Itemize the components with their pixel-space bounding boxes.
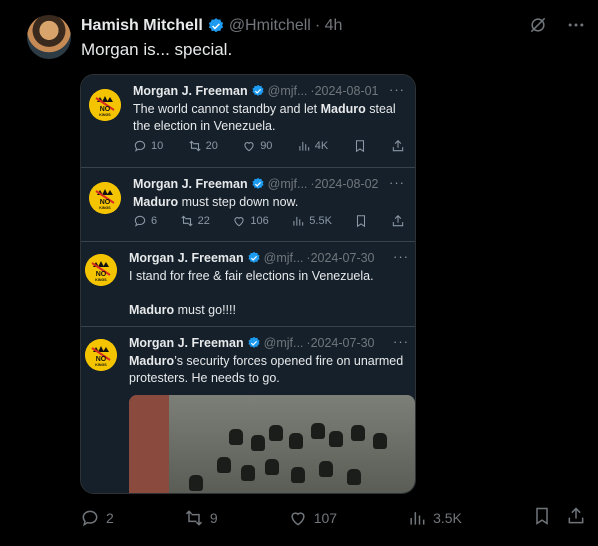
thread-author-name: Morgan J. Freeman [133,84,248,98]
svg-text:NO: NO [100,199,111,206]
svg-text:NO: NO [100,106,111,113]
thread-date: ·2024-07-30 [306,251,375,265]
verified-badge-icon [252,177,264,189]
verified-badge-icon [248,251,260,263]
more-icon: ··· [393,249,409,264]
repost-button[interactable]: 9 [184,508,218,528]
no-kings-logo: NO KINGS [89,89,121,121]
author-handle[interactable]: @Hmitchell [229,17,311,35]
heart-icon [291,511,305,526]
thread-tweet-text: I stand for free & fair elections in Ven… [129,269,374,317]
repost-stat: 22 [180,214,210,228]
thread-tweet: NO KINGS Morgan J. Freeman @mjf... ·2024-… [81,168,415,242]
views-stat: 4K [297,139,328,153]
thread-actions: 10 20 90 4K [133,139,405,153]
share-icon [391,214,405,228]
grok-icon[interactable] [528,15,548,40]
reply-button[interactable]: 2 [80,508,114,528]
like-stat: 106 [232,214,269,228]
repost-stat: 20 [188,139,218,153]
thread-handle: @mjf... [267,177,308,191]
thread-tweet-header: Morgan J. Freeman @mjf... ·2024-07-30 [129,251,375,265]
bookmark-icon [536,507,548,525]
more-options-icon[interactable] [566,15,586,40]
bookmark-button[interactable] [532,506,552,529]
svg-text:KINGS: KINGS [95,278,107,282]
thread-tweet-header: Morgan J. Freeman @mjf... ·2024-08-01 [133,84,379,98]
thread-tweet-header: Morgan J. Freeman @mjf... ·2024-08-02 [133,177,379,191]
reply-stat: 6 [133,214,157,228]
thread-author-name: Morgan J. Freeman [129,336,244,350]
thread-tweet-text: Maduro’s security forces opened fire on … [129,354,404,385]
author-avatar[interactable] [27,15,71,59]
post-text: Morgan is... special. [81,40,233,59]
thread-tweet: NO KINGS Morgan J. Freeman @mjf... ·2024-… [81,242,415,326]
thread-tweet-header: Morgan J. Freeman @mjf... ·2024-07-30 [129,336,375,350]
thread-tweet: NO KINGS Morgan J. Freeman @mjf... ·2024-… [81,75,415,167]
thread-author-name: Morgan J. Freeman [133,177,248,191]
more-icon: ··· [393,334,409,349]
more-icon: ··· [389,175,405,190]
svg-text:NO: NO [96,356,107,363]
tweet: Hamish Mitchell @Hmitchell · 4h Morgan i… [0,0,598,546]
thread-handle: @mjf... [263,336,304,350]
thread-date: ·2024-08-01 [310,84,379,98]
svg-text:NO: NO [96,271,107,278]
thread-handle: @mjf... [267,84,308,98]
post-time[interactable]: · 4h [315,17,343,35]
more-icon: ··· [389,82,405,97]
thread-tweet-text: The world cannot standby and let Maduro … [133,102,396,133]
repost-icon [185,509,202,526]
views-stat: 5.5K [291,214,332,228]
views-icon [410,511,425,525]
svg-text:KINGS: KINGS [99,206,111,210]
verified-badge-icon [248,336,260,348]
thread-actions: 6 22 106 5.5K [133,214,405,228]
share-icon [391,139,405,153]
svg-text:KINGS: KINGS [99,113,111,117]
like-stat: 90 [242,139,272,153]
like-button[interactable]: 107 [288,508,337,528]
reply-icon [82,510,98,526]
views-button[interactable]: 3.5K [407,508,462,528]
no-kings-logo: NO KINGS [85,254,117,286]
no-kings-logo: NO KINGS [89,182,121,214]
bookmark-icon [354,214,368,228]
verified-badge-icon [208,18,223,33]
top-actions [528,15,586,40]
verified-badge-icon [252,84,264,96]
secondary-actions [532,506,586,529]
tweet-actions: 2 9 107 3.5K [80,506,586,529]
share-icon [568,507,584,524]
thread-tweet-text: Maduro must step down now. [133,195,299,209]
protest-photo [129,395,415,493]
tweet-header: Hamish Mitchell @Hmitchell · 4h [81,15,342,37]
svg-text:KINGS: KINGS [95,363,107,367]
no-kings-logo: NO KINGS [85,339,117,371]
thread-handle: @mjf... [263,251,304,265]
bookmark-icon [353,139,367,153]
author-name[interactable]: Hamish Mitchell [81,17,203,35]
share-button[interactable] [566,506,586,529]
thread-author-name: Morgan J. Freeman [129,251,244,265]
embedded-screenshot[interactable]: NO KINGS Morgan J. Freeman @mjf... ·2024-… [80,74,416,494]
thread-date: ·2024-07-30 [306,336,375,350]
thread-date: ·2024-08-02 [310,177,379,191]
reply-stat: 10 [133,139,163,153]
